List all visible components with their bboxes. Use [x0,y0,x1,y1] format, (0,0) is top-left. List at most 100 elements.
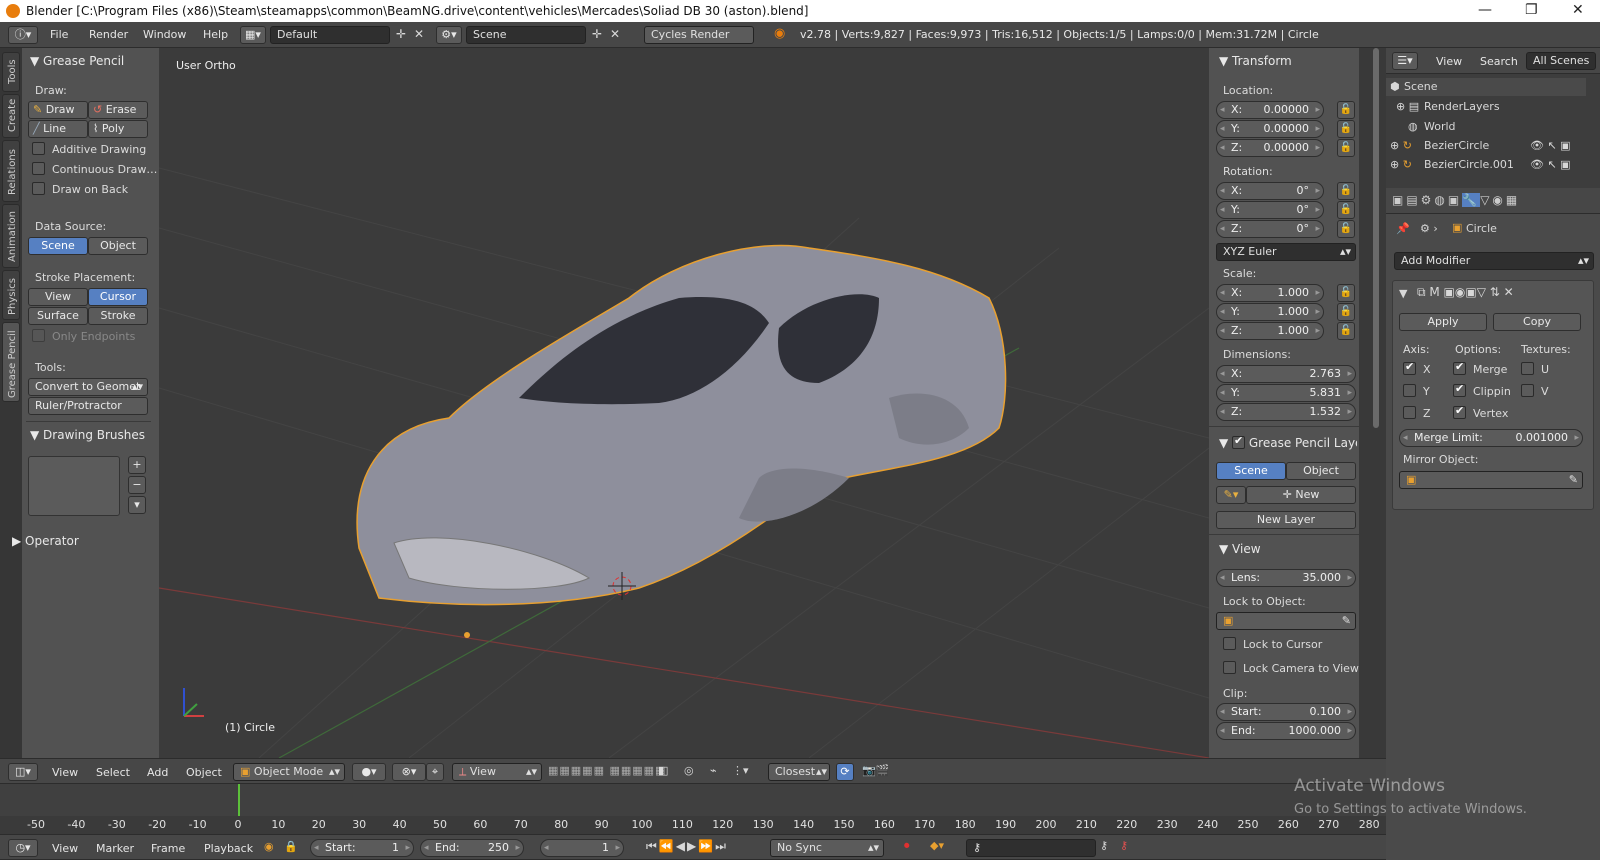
menu-add[interactable]: Add [147,766,168,779]
dimension-x-field[interactable]: X:2.763 [1216,365,1356,383]
view-panel-title[interactable]: ▼ View [1219,542,1261,556]
grease-pencil-layers-title[interactable]: ▼ Grease Pencil Layers [1219,434,1357,450]
gp-layers-object-button[interactable]: Object [1286,462,1356,480]
current-frame-field[interactable]: 1 [540,839,624,857]
manipulator-icon[interactable]: ⌖ [426,763,444,781]
lock-icon[interactable]: 🔓 [1337,220,1355,238]
gp-datablock-icon[interactable]: ✎▾ [1216,486,1246,504]
start-frame-field[interactable]: Start:1 [310,839,414,857]
transform-orientation-select[interactable]: ⟂ View ▴▾ [452,763,542,781]
tab-grease-pencil[interactable]: Grease Pencil [2,322,20,402]
layout-icon[interactable]: ▦▾ [240,26,266,44]
grease-pencil-title[interactable]: ▼ Grease Pencil [30,54,124,68]
placement-cursor-button[interactable]: Cursor [88,288,148,306]
placement-surface-button[interactable]: Surface [28,307,88,325]
merge-limit-field[interactable]: Merge Limit:0.001000 [1399,429,1583,447]
outliner-view-menu[interactable]: View [1436,55,1462,68]
vertex-groups-checkbox[interactable] [1453,404,1466,419]
lock-camera-checkbox[interactable] [1223,661,1236,674]
layout-select[interactable]: Default [270,26,390,44]
clip-start-field[interactable]: Start:0.100 [1216,703,1356,721]
align-rotation-icon[interactable]: ⟳ [836,763,854,781]
timeline-menu-view[interactable]: View [52,842,78,855]
menu-object[interactable]: Object [186,766,222,779]
axis-z-checkbox[interactable] [1403,406,1416,419]
menu-select[interactable]: Select [96,766,130,779]
3d-view-editor-icon[interactable]: ◫▾ [8,763,38,781]
scene-select[interactable]: Scene [466,26,586,44]
scale-z-field[interactable]: Z:1.000 [1216,322,1324,340]
brush-list[interactable] [28,456,120,516]
erase-button[interactable]: ↺ Erase [88,101,148,119]
dimension-y-field[interactable]: Y:5.831 [1216,384,1356,402]
insert-keyframe-icon[interactable]: ⚷ [1100,839,1108,852]
operator-title[interactable]: ▶ Operator [12,534,79,548]
opengl-render-icon[interactable]: 📷🎬 [862,764,889,777]
data-source-object-button[interactable]: Object [88,237,148,255]
outliner-row[interactable]: ⬢ Scene [1386,78,1586,96]
remove-brush-icon[interactable]: − [128,476,146,494]
scrollbar[interactable] [1373,48,1379,428]
location-x-field[interactable]: X:0.00000 [1216,101,1324,119]
timeline-menu-playback[interactable]: Playback [204,842,253,855]
add-scene-icon[interactable]: ✛ [592,27,602,41]
lock-to-cursor-checkbox[interactable] [1223,637,1236,650]
minimize-button[interactable]: — [1478,2,1492,18]
drawing-brushes-title[interactable]: ▼ Drawing Brushes [30,428,145,442]
apply-button[interactable]: Apply [1399,313,1487,331]
tab-physics[interactable]: Physics [2,270,20,320]
gp-new-button[interactable]: ✛ New [1246,486,1356,504]
snap-element-icon[interactable]: ⋮▾ [732,764,749,777]
line-button[interactable]: ╱ Line [28,120,88,138]
copy-button[interactable]: Copy [1493,313,1581,331]
lock-icon[interactable]: 🔓 [1337,182,1355,200]
lock-icon[interactable]: 🔓 [1337,284,1355,302]
gp-layers-scene-button[interactable]: Scene [1216,462,1286,480]
menu-window[interactable]: Window [143,28,186,41]
location-z-field[interactable]: Z:0.00000 [1216,139,1324,157]
close-button[interactable]: ✕ [1572,2,1584,18]
timeline[interactable] [0,784,1386,834]
tab-create[interactable]: Create [2,94,20,138]
scene-icon[interactable]: ⚙▾ [436,26,462,44]
axis-x-checkbox[interactable] [1403,360,1416,375]
keying-set-field[interactable]: ⚷ [966,839,1096,857]
outliner-display-select[interactable]: All Scenes [1526,52,1596,70]
tab-animation[interactable]: Animation [2,204,20,268]
timeline-menu-marker[interactable]: Marker [96,842,134,855]
texture-v-checkbox[interactable] [1521,384,1534,397]
outliner-search-menu[interactable]: Search [1480,55,1518,68]
rotation-y-field[interactable]: Y:0° [1216,201,1324,219]
remove-layout-icon[interactable]: ✕ [414,27,424,41]
lock-icon[interactable]: 🔓 [1337,201,1355,219]
outliner-row[interactable]: ⊕ ▤ RenderLayers [1386,98,1586,116]
pivot-select-icon[interactable]: ⊗▾ [392,763,426,781]
timeline-editor-icon[interactable]: ◷▾ [8,839,38,857]
menu-view[interactable]: View [52,766,78,779]
lock-icon[interactable]: 🔓 [1337,322,1355,340]
continuous-draw-checkbox[interactable] [32,162,45,175]
outliner-editor-icon[interactable]: ☰▾ [1392,52,1418,70]
lock-icon[interactable]: 🔓 [1337,101,1355,119]
preview-range-icon[interactable]: ◉ [264,840,274,853]
menu-help[interactable]: Help [203,28,228,41]
placement-view-button[interactable]: View [28,288,88,306]
mirror-object-field[interactable]: ▣ ✎ [1399,471,1583,489]
outliner-row[interactable]: ⊕ ↻ BezierCircle 👁 ↖ ▣ [1386,137,1586,155]
poly-button[interactable]: ⌇ Poly [88,120,148,138]
clipping-checkbox[interactable] [1453,382,1466,397]
outliner-row[interactable]: ⊕ ↻ BezierCircle.001 👁 ↖ ▣ [1386,156,1586,170]
rotation-z-field[interactable]: Z:0° [1216,220,1324,238]
keying-set-icon[interactable]: ◆▾ [930,839,944,852]
restore-button[interactable]: ❐ [1525,2,1538,18]
placement-stroke-button[interactable]: Stroke [88,307,148,325]
timeline-menu-frame[interactable]: Frame [151,842,185,855]
rotation-x-field[interactable]: X:0° [1216,182,1324,200]
new-layer-button[interactable]: New Layer [1216,511,1356,529]
location-y-field[interactable]: Y:0.00000 [1216,120,1324,138]
layer-buttons[interactable]: ▦▦▦▦▦ ▦▦▦▦▦ [548,764,666,777]
current-frame-marker[interactable] [238,784,240,816]
tab-relations[interactable]: Relations [2,140,20,202]
pin-icon[interactable]: 📌 [1396,222,1410,235]
rotation-mode-select[interactable]: XYZ Euler ▴▾ [1216,243,1356,261]
